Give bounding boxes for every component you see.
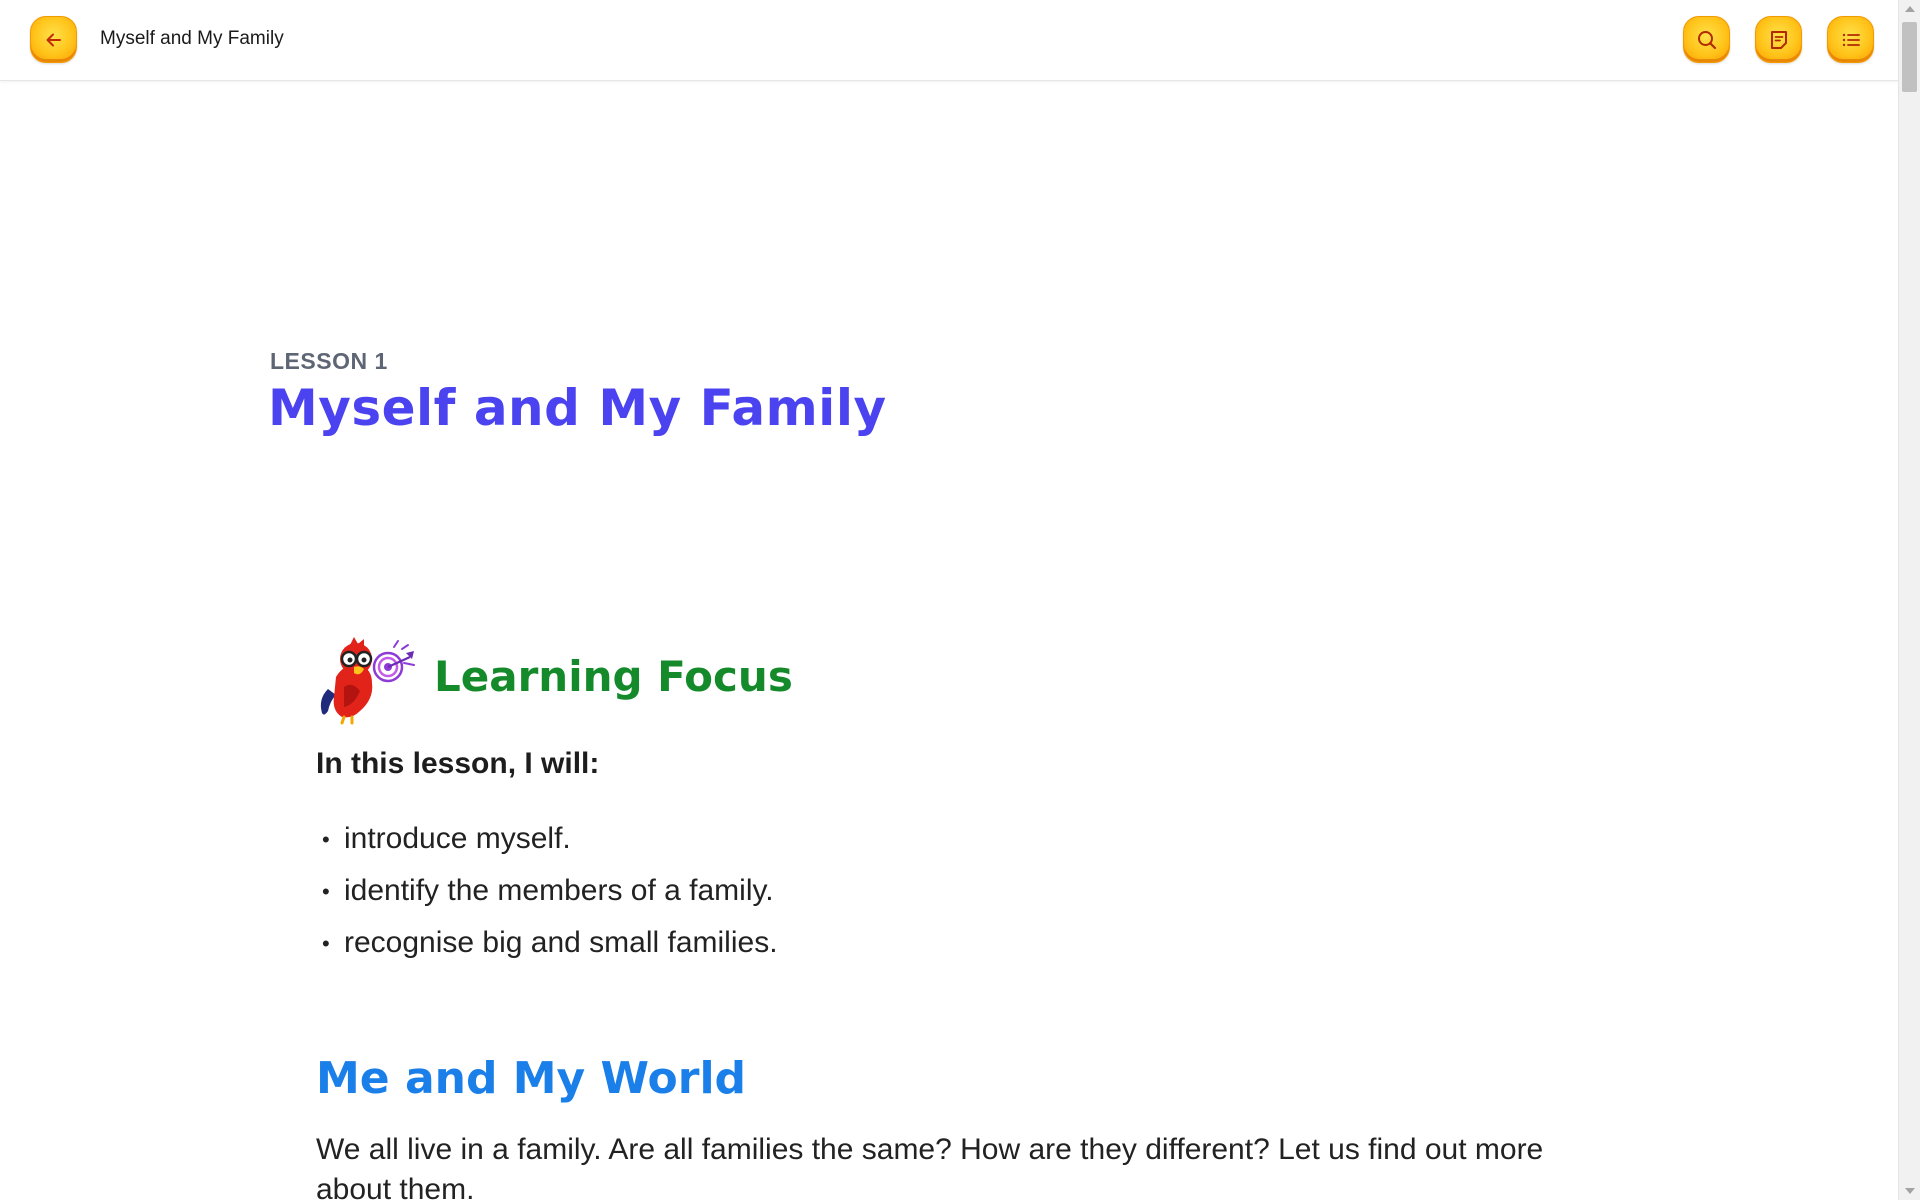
list-item: • identify the members of a family.	[316, 865, 778, 917]
section-paragraph: We all live in a family. Are all familie…	[316, 1133, 1544, 1200]
parrot-mascot-icon	[320, 637, 415, 725]
bullet-icon: •	[322, 931, 330, 957]
lesson-label: LESSON 1	[270, 348, 388, 374]
learning-intro: In this lesson, I will:	[316, 747, 600, 780]
bullet-icon: •	[322, 827, 330, 853]
lesson-title: Myself and My Family	[268, 379, 887, 437]
top-toolbar: Myself and My Family	[0, 0, 1899, 81]
contents-button[interactable]	[1827, 16, 1874, 63]
vertical-scrollbar[interactable]	[1898, 0, 1920, 1200]
objectives-list: • introduce myself. • identify the members…	[316, 813, 778, 969]
search-button[interactable]	[1683, 16, 1730, 63]
list-item: • introduce myself.	[316, 813, 778, 865]
notes-button[interactable]	[1755, 16, 1802, 63]
scroll-down-icon[interactable]	[1905, 1188, 1915, 1194]
search-icon	[1697, 30, 1716, 49]
bullet-icon: •	[322, 879, 330, 905]
arrow-left-icon	[46, 33, 61, 46]
page-title: Myself and My Family	[100, 28, 284, 49]
scroll-thumb[interactable]	[1902, 22, 1917, 92]
learning-focus-heading: Learning Focus	[434, 652, 793, 701]
scroll-up-icon[interactable]	[1905, 6, 1915, 12]
note-icon	[1770, 30, 1787, 49]
lesson-content: LESSON 1 Myself and My Family Learning F…	[0, 81, 1899, 1200]
list-icon	[1842, 33, 1860, 46]
list-item: • recognise big and small families.	[316, 917, 778, 969]
section-heading: Me and My World	[316, 1053, 747, 1104]
back-button[interactable]	[30, 16, 77, 63]
